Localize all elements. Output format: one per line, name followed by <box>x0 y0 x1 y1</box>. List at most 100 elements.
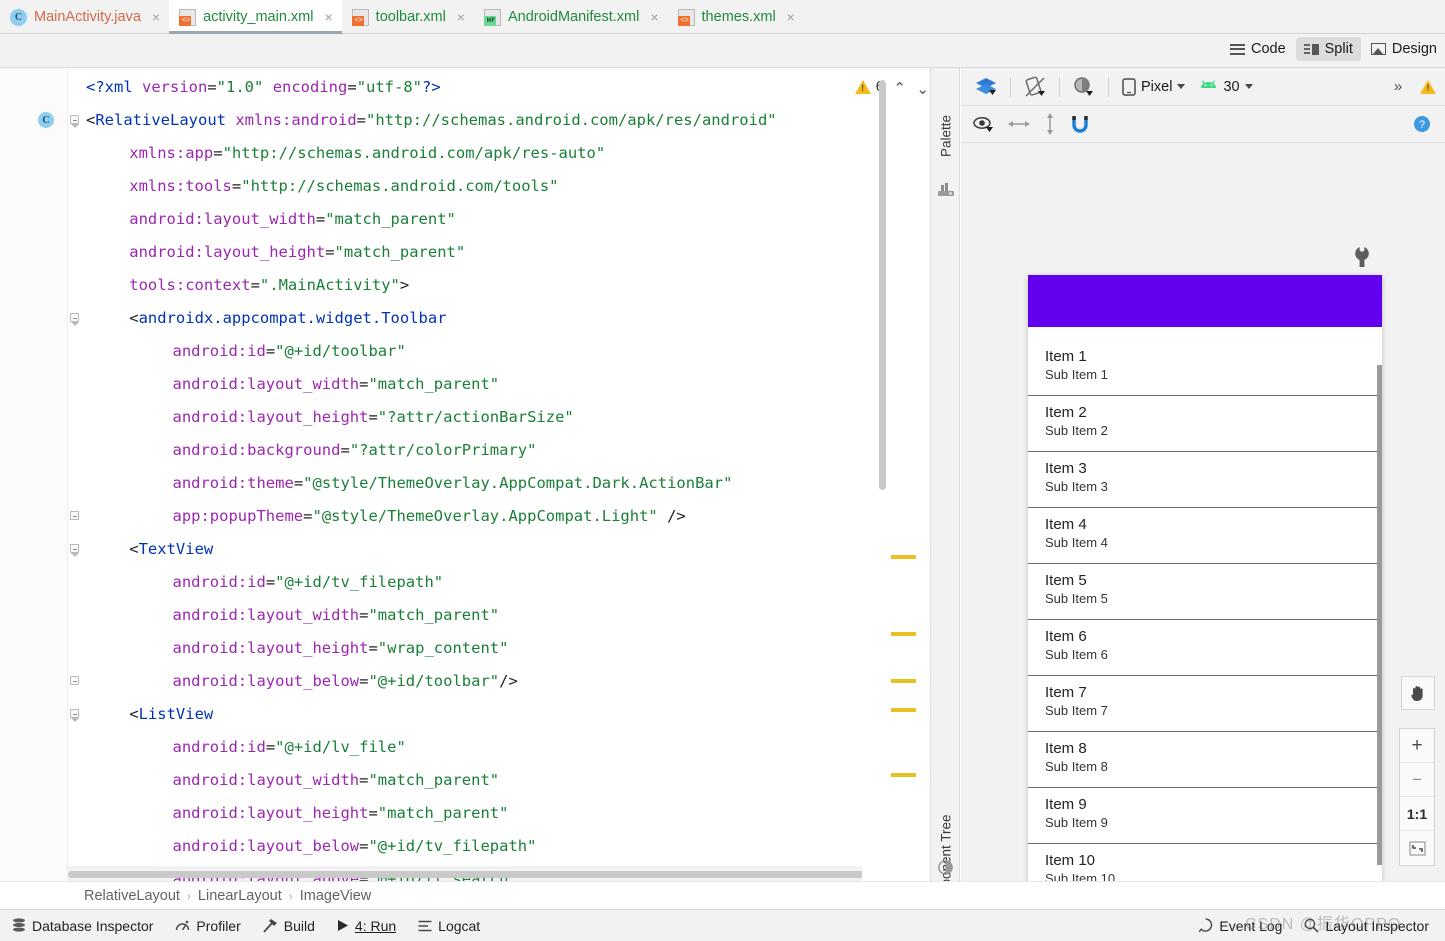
code-line[interactable]: android:id="@+id/tv_filepath" <box>172 573 443 591</box>
orientation-icon[interactable] <box>1020 74 1050 100</box>
code-line[interactable]: android:layout_height="match_parent" <box>172 804 508 822</box>
horizontal-arrows-icon[interactable] <box>1008 118 1030 130</box>
editor-annotation-strip[interactable]: 6 ⌃ ⌄ <box>854 68 930 881</box>
list-item[interactable]: Item 6 Sub Item 6 <box>1028 620 1382 676</box>
breadcrumb-item-imageview[interactable]: ImageView <box>300 888 371 904</box>
code-line[interactable]: android:layout_width="match_parent" <box>172 375 499 393</box>
warning-marker[interactable] <box>891 632 916 636</box>
breadcrumb-item-linearlayout[interactable]: LinearLayout <box>198 888 282 904</box>
list-item[interactable]: Item 5 Sub Item 5 <box>1028 564 1382 620</box>
code-line[interactable]: android:id="@+id/lv_file" <box>172 738 405 756</box>
list-item[interactable]: Item 10 Sub Item 10 <box>1028 844 1382 881</box>
editor-horizontal-scrollbar[interactable] <box>68 871 868 878</box>
editor-tab-toolbar-xml[interactable]: toolbar.xml × <box>342 0 474 34</box>
warning-marker[interactable] <box>891 708 916 712</box>
preview-listview[interactable]: Item 1 Sub Item 1 Item 2 Sub Item 2 Item 3 Su… <box>1028 327 1382 881</box>
close-icon[interactable]: × <box>457 10 465 24</box>
code-fold-toggle[interactable] <box>70 115 82 128</box>
code-line[interactable]: android:layout_width="match_parent" <box>129 210 456 228</box>
statusbar-item-profiler[interactable]: Profiler <box>175 918 241 934</box>
list-item[interactable]: Item 2 Sub Item 2 <box>1028 396 1382 452</box>
list-item[interactable]: Item 8 Sub Item 8 <box>1028 732 1382 788</box>
view-mode-split[interactable]: Split <box>1295 37 1361 61</box>
vertical-arrows-icon[interactable] <box>1044 113 1056 135</box>
code-line[interactable]: android:id="@+id/toolbar" <box>172 342 405 360</box>
theme-icon[interactable] <box>1069 74 1099 100</box>
help-icon[interactable]: ? <box>1413 115 1431 133</box>
warning-marker[interactable] <box>891 679 916 683</box>
code-line[interactable]: android:layout_height="match_parent" <box>129 243 465 261</box>
code-editor[interactable]: 1<?xml version="1.0" encoding="utf-8"?>2… <box>0 68 930 881</box>
code-line[interactable]: android:layout_below="@+id/tv_filepath" <box>172 837 536 855</box>
code-line[interactable]: xmlns:tools="http://schemas.android.com/… <box>129 177 558 195</box>
code-fold-toggle[interactable] <box>70 313 82 326</box>
editor-tab-androidmanifest-xml[interactable]: AndroidManifest.xml × <box>474 0 668 34</box>
list-item[interactable]: Item 7 Sub Item 7 <box>1028 676 1382 732</box>
statusbar-item-event-log[interactable]: Event Log <box>1198 918 1282 934</box>
view-mode-switcher[interactable]: Code Split Design <box>1222 37 1445 61</box>
zoom-actual-size-button[interactable]: 1:1 <box>1400 797 1434 831</box>
code-fold-toggle[interactable] <box>70 709 82 722</box>
statusbar-item-layout-inspector[interactable]: Layout Inspector <box>1304 918 1429 934</box>
code-line[interactable]: <ListView <box>129 705 213 723</box>
editor-vertical-scrollbar[interactable] <box>879 80 886 490</box>
code-line[interactable]: <?xml version="1.0" encoding="utf-8"?> <box>86 78 441 96</box>
code-line[interactable]: <TextView <box>129 540 213 558</box>
code-line[interactable]: tools:context=".MainActivity"> <box>129 276 409 294</box>
editor-tab-activity_main-xml[interactable]: activity_main.xml × <box>169 0 342 34</box>
design-surface-icon[interactable] <box>971 74 1001 100</box>
zoom-fit-button[interactable] <box>1400 831 1434 865</box>
close-icon[interactable]: × <box>787 10 795 24</box>
close-icon[interactable]: × <box>650 10 658 24</box>
list-item[interactable]: Item 9 Sub Item 9 <box>1028 788 1382 844</box>
warning-marker[interactable] <box>891 555 916 559</box>
code-line[interactable]: android:layout_height="?attr/actionBarSi… <box>172 408 573 426</box>
list-item[interactable]: Item 4 Sub Item 4 <box>1028 508 1382 564</box>
code-line[interactable]: android:layout_width="match_parent" <box>172 771 499 789</box>
breadcrumb[interactable]: RelativeLayout › LinearLayout › ImageView <box>0 881 1445 909</box>
code-line[interactable]: <RelativeLayout xmlns:android="http://sc… <box>86 111 777 129</box>
view-mode-code[interactable]: Code <box>1222 37 1294 61</box>
code-line[interactable]: android:layout_below="@+id/toolbar"/> <box>172 672 517 690</box>
editor-tab-themes-xml[interactable]: themes.xml × <box>668 0 804 34</box>
warning-icon[interactable] <box>1411 79 1445 94</box>
code-fold-toggle[interactable] <box>70 676 82 688</box>
code-fold-toggle[interactable] <box>70 544 82 557</box>
breadcrumb-item-relativelayout[interactable]: RelativeLayout <box>84 888 180 904</box>
zoom-in-button[interactable]: + <box>1400 729 1434 763</box>
list-item[interactable]: Item 3 Sub Item 3 <box>1028 452 1382 508</box>
editor-tab-mainactivity-java[interactable]: C MainActivity.java × <box>0 0 169 34</box>
view-mode-design[interactable]: Design <box>1363 37 1445 61</box>
overflow-icon[interactable]: » <box>1385 78 1411 95</box>
warning-marker[interactable] <box>891 773 916 777</box>
pan-hand-icon[interactable] <box>1401 676 1435 710</box>
statusbar-item-run[interactable]: 4: Run <box>337 918 396 934</box>
next-problem-button[interactable]: ⌄ <box>916 80 929 98</box>
close-icon[interactable]: × <box>324 10 332 24</box>
close-icon[interactable]: × <box>152 10 160 24</box>
device-selector[interactable]: Pixel <box>1122 77 1186 96</box>
code-line[interactable]: android:layout_width="match_parent" <box>172 606 499 624</box>
statusbar-item-logcat[interactable]: Logcat <box>418 918 480 934</box>
code-line[interactable]: <androidx.appcompat.widget.Toolbar <box>129 309 446 327</box>
api-level-selector[interactable]: 30 <box>1199 79 1253 95</box>
device-preview-frame[interactable]: Item 1 Sub Item 1 Item 2 Sub Item 2 Item 3 Su… <box>1028 275 1382 881</box>
design-canvas[interactable]: Item 1 Sub Item 1 Item 2 Sub Item 2 Item 3 Su… <box>961 143 1445 881</box>
editor-gutter[interactable] <box>0 68 68 881</box>
statusbar-item-build[interactable]: Build <box>263 918 315 934</box>
zoom-out-button[interactable]: − <box>1400 763 1434 797</box>
code-line[interactable]: xmlns:app="http://schemas.android.com/ap… <box>129 144 605 162</box>
code-line[interactable]: android:layout_height="wrap_content" <box>172 639 508 657</box>
preview-list-scrollbar[interactable] <box>1377 365 1382 865</box>
sidebar-item-palette[interactable]: Palette <box>931 96 961 176</box>
eye-visibility-icon[interactable] <box>973 116 994 133</box>
code-line[interactable]: app:popupTheme="@style/ThemeOverlay.AppC… <box>172 507 685 525</box>
code-fold-toggle[interactable] <box>70 511 82 523</box>
wrench-icon[interactable] <box>1355 247 1369 270</box>
code-line[interactable]: android:theme="@style/ThemeOverlay.AppCo… <box>172 474 732 492</box>
list-item[interactable]: Item 1 Sub Item 1 <box>1028 340 1382 396</box>
previous-problem-button[interactable]: ⌃ <box>893 79 906 97</box>
statusbar-item-database-inspector[interactable]: Database Inspector <box>12 918 153 934</box>
magnet-icon[interactable] <box>1070 115 1090 134</box>
class-gutter-icon[interactable]: C <box>38 112 54 128</box>
